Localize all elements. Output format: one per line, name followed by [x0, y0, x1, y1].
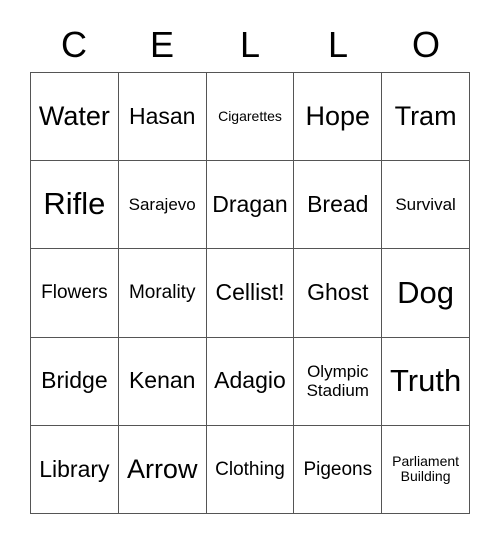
bingo-row: Flowers Morality Cellist! Ghost Dog — [31, 249, 470, 338]
bingo-cell[interactable]: Hope — [294, 73, 383, 162]
bingo-cell-label: Kenan — [128, 367, 196, 394]
bingo-cell-center[interactable]: Cellist! — [206, 249, 295, 338]
bingo-cell[interactable]: Rifle — [31, 161, 119, 250]
bingo-cell[interactable]: Pigeons — [294, 425, 383, 515]
bingo-cell-label: Water — [38, 101, 110, 132]
bingo-cell-label: Morality — [128, 282, 196, 304]
bingo-cell[interactable]: Arrow — [118, 425, 207, 515]
bingo-cell[interactable]: Ghost — [294, 249, 383, 338]
bingo-cell[interactable]: Bridge — [31, 337, 119, 426]
bingo-cell-label: Arrow — [126, 454, 198, 485]
bingo-cell-label: Dragan — [212, 190, 288, 217]
bingo-cell-label: Rifle — [43, 186, 106, 222]
bingo-cell[interactable]: Cigarettes — [206, 73, 295, 162]
bingo-cell-label: Dog — [397, 274, 455, 310]
bingo-cell-label: Flowers — [41, 282, 108, 304]
bingo-cell[interactable]: Library — [31, 425, 119, 515]
bingo-cell-label: Olympic Stadium — [306, 362, 369, 401]
header-letter-4: O — [411, 24, 440, 65]
bingo-cell[interactable]: Truth — [382, 337, 470, 426]
bingo-cell[interactable]: Tram — [382, 73, 470, 162]
bingo-cell[interactable]: Hasan — [118, 73, 207, 162]
bingo-cell[interactable]: Adagio — [206, 337, 295, 426]
bingo-cell-label: Pigeons — [303, 458, 373, 480]
bingo-cell-label: Sarajevo — [128, 195, 196, 215]
bingo-header: C E L L O — [30, 18, 470, 72]
bingo-cell-label: Bridge — [41, 367, 108, 394]
bingo-cell[interactable]: Parliament Building — [382, 425, 470, 515]
bingo-cell-label: Ghost — [307, 279, 369, 306]
bingo-cell-label: Survival — [395, 195, 456, 215]
header-letter-2: L — [239, 24, 261, 65]
bingo-cell[interactable]: Bread — [294, 161, 383, 250]
bingo-cell-label: Hasan — [128, 102, 196, 129]
bingo-cell[interactable]: Morality — [118, 249, 207, 338]
bingo-grid: Water Hasan Cigarettes Hope Tram Rifle S… — [30, 72, 470, 515]
bingo-cell-label: Parliament Building — [392, 452, 460, 485]
bingo-cell-label: Tram — [394, 101, 457, 132]
bingo-cell[interactable]: Clothing — [206, 425, 295, 515]
bingo-cell[interactable]: Olympic Stadium — [294, 337, 383, 426]
bingo-cell-label: Library — [39, 455, 110, 482]
bingo-row: Bridge Kenan Adagio Olympic Stadium Trut… — [31, 337, 470, 426]
header-letter-1: E — [149, 24, 174, 65]
bingo-row: Rifle Sarajevo Dragan Bread Survival — [31, 161, 470, 250]
bingo-cell-label: Hope — [305, 101, 371, 132]
bingo-cell[interactable]: Water — [31, 73, 119, 162]
bingo-cell-label: Clothing — [215, 458, 285, 480]
bingo-cell[interactable]: Dog — [382, 249, 470, 338]
bingo-cell[interactable]: Dragan — [206, 161, 295, 250]
header-letter-0: C — [61, 24, 87, 65]
header-letter-3: L — [327, 24, 349, 65]
bingo-cell-label: Adagio — [214, 367, 286, 394]
bingo-cell-label: Bread — [307, 190, 369, 217]
bingo-cell[interactable]: Survival — [382, 161, 470, 250]
bingo-card: C E L L O Water Hasan Cigarettes Hope Tr… — [0, 0, 500, 544]
bingo-cell[interactable]: Flowers — [31, 249, 119, 338]
bingo-cell-label: Truth — [389, 362, 462, 398]
bingo-cell-label: Cigarettes — [218, 107, 282, 124]
bingo-cell-label: Cellist! — [215, 279, 285, 306]
bingo-row: Water Hasan Cigarettes Hope Tram — [31, 73, 470, 162]
bingo-cell[interactable]: Kenan — [118, 337, 207, 426]
bingo-row: Library Arrow Clothing Pigeons Parliamen… — [31, 425, 470, 515]
bingo-cell[interactable]: Sarajevo — [118, 161, 207, 250]
